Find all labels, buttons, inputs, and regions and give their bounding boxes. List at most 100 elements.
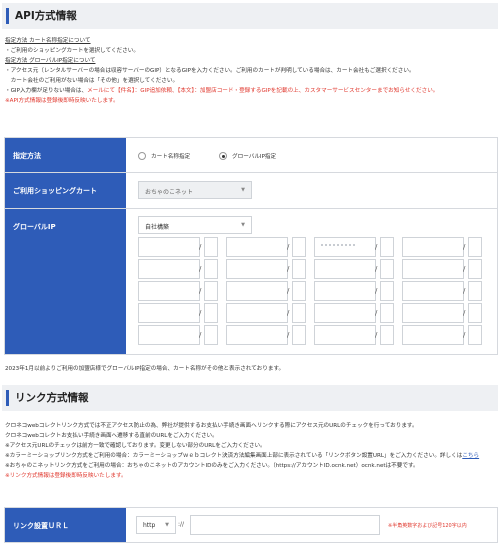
cart-cell: おちゃのこネット ▼ [126, 173, 497, 208]
radio-cart-name[interactable] [138, 152, 146, 160]
global-ip-input[interactable] [204, 303, 218, 323]
note-ip-method-other: カート会社のご利用がない場合は「その他」を選択してください。 [5, 78, 179, 84]
ip-separator: / [199, 243, 202, 251]
protocol-select[interactable]: http ▼ [136, 516, 176, 534]
ip-separator: / [463, 309, 466, 317]
ip-separator: / [199, 265, 202, 273]
global-ip-input[interactable] [402, 281, 464, 301]
ip-separator: / [287, 265, 290, 273]
ip-separator: / [463, 265, 466, 273]
ip-separator: / [375, 243, 378, 251]
global-ip-input[interactable] [402, 325, 464, 345]
global-ip-input[interactable] [468, 237, 482, 257]
ip-separator: / [463, 287, 466, 295]
global-ip-input[interactable] [402, 259, 464, 279]
cart-select[interactable]: おちゃのこネット ▼ [138, 181, 252, 199]
global-ip-input[interactable] [226, 259, 288, 279]
global-ip-footnote: 2023年1月以前よりご利用の加盟店様でグローバルIP指定の場合、カート名称がそ… [5, 366, 285, 372]
method-cell: カート名称指定 グローバルIP指定 [126, 138, 497, 172]
radio-global-ip[interactable] [219, 152, 227, 160]
global-ip-input[interactable] [314, 259, 376, 279]
section-accent-bar [6, 8, 9, 24]
global-ip-input[interactable] [380, 259, 394, 279]
link-url-input[interactable] [190, 515, 380, 535]
radio-cart-name-label[interactable]: カート名称指定 [151, 152, 190, 160]
global-ip-input[interactable] [204, 325, 218, 345]
global-ip-input[interactable] [226, 237, 288, 257]
link-url-label: リンク設置ＵＲＬ [5, 508, 126, 542]
note-ip-method-text: ・アクセス元（レンタルサーバーの場合は収容サーバーのGIP）となるGIPを入力く… [5, 68, 415, 74]
global-ip-input[interactable] [380, 281, 394, 301]
note-gip-mail-instruction: メールにて【件名】：GIP追加依頼、【本文】：加盟店コード・登録するGIPを記載… [87, 88, 439, 94]
global-ip-input[interactable] [292, 281, 306, 301]
note-gip-shortage-prefix: ・GIP入力欄が足りない場合は、 [5, 88, 88, 94]
protocol-select-value: http [143, 522, 156, 529]
chevron-down-icon: ▼ [165, 522, 169, 528]
global-ip-input[interactable] [314, 237, 376, 257]
global-ip-row: グローバルIP 自社構築 ▼ / / / / / / / / / / / / / / / / / / / / [4, 209, 498, 355]
global-ip-input[interactable] [138, 259, 200, 279]
ip-separator: / [463, 243, 466, 251]
link-section-header: リンク方式情報 [2, 385, 498, 411]
ip-separator: / [287, 287, 290, 295]
global-ip-input[interactable] [380, 325, 394, 345]
global-ip-input[interactable] [380, 237, 394, 257]
ip-separator: / [287, 331, 290, 339]
global-ip-input[interactable] [292, 259, 306, 279]
global-ip-input[interactable] [314, 325, 376, 345]
ip-separator: / [287, 243, 290, 251]
note-cart-method-text: ・ご利用のショッピングカートを選択してください。 [5, 48, 139, 54]
global-ip-input[interactable] [138, 325, 200, 345]
global-ip-input[interactable] [226, 303, 288, 323]
global-ip-input[interactable] [138, 303, 200, 323]
global-ip-input[interactable] [468, 303, 482, 323]
global-ip-input[interactable] [314, 281, 376, 301]
global-ip-input[interactable] [468, 259, 482, 279]
ip-separator: / [199, 331, 202, 339]
cart-row: ご利用ショッピングカート おちゃのこネット ▼ [4, 173, 498, 209]
global-ip-input[interactable] [292, 237, 306, 257]
ip-separator: / [463, 331, 466, 339]
link-here[interactable]: こちら [462, 453, 479, 459]
global-ip-input[interactable] [138, 237, 200, 257]
method-label: 指定方法 [5, 138, 126, 172]
global-ip-label: グローバルIP [5, 209, 126, 354]
ip-separator: / [375, 309, 378, 317]
link-note-url-check: クロネコwebコレクトリンク方式では不正アクセス防止の為、弊社が提供するお支払い… [5, 423, 418, 429]
link-note-colorme: ※カラーミーショップリンク方式をご利用の場合：カラーミーショップｗｅｂコレクト決… [5, 451, 498, 461]
ip-separator: / [287, 309, 290, 317]
link-section-title: リンク方式情報 [15, 392, 89, 404]
global-ip-input[interactable] [226, 281, 288, 301]
global-ip-input[interactable] [138, 281, 200, 301]
chevron-down-icon: ▼ [241, 222, 245, 228]
api-section-title: API方式情報 [15, 10, 77, 22]
global-ip-input[interactable] [402, 303, 464, 323]
global-ip-input[interactable] [314, 303, 376, 323]
global-ip-input[interactable] [468, 281, 482, 301]
radio-global-ip-label[interactable]: グローバルIP指定 [232, 152, 276, 160]
ip-separator: / [199, 309, 202, 317]
global-ip-type-select[interactable]: 自社構築 ▼ [138, 216, 252, 234]
link-note-prefix-match: ※アクセス元URLのチェックは前方一致で確認しております。変更しない部分のURL… [5, 443, 266, 449]
global-ip-input[interactable] [226, 325, 288, 345]
method-row: 指定方法 カート名称指定 グローバルIP指定 [4, 137, 498, 173]
global-ip-input[interactable] [204, 259, 218, 279]
ip-separator: / [375, 265, 378, 273]
cart-select-value: おちゃのこネット [145, 189, 194, 196]
global-ip-input[interactable] [204, 281, 218, 301]
note-cart-method-heading: 指定方法 カート名称指定について [5, 38, 91, 44]
global-ip-input[interactable] [292, 325, 306, 345]
chevron-down-icon: ▼ [241, 187, 245, 193]
global-ip-input[interactable] [292, 303, 306, 323]
global-ip-input[interactable] [380, 303, 394, 323]
global-ip-type-value: 自社構築 [145, 224, 170, 231]
note-ip-method-heading: 指定方法 グローバルIP指定について [5, 58, 96, 64]
global-ip-input[interactable] [468, 325, 482, 345]
global-ip-input[interactable] [204, 237, 218, 257]
global-ip-input[interactable] [402, 237, 464, 257]
api-section-notes: 指定方法 カート名称指定について ・ご利用のショッピングカートを選択してください… [5, 36, 498, 106]
link-note-immediate: ※リンク方式情報は登録後即時反映いたします。 [5, 473, 127, 479]
link-note-enter-url: クロネコwebコレクトお支払い手続き画面へ遷移する直前のURLをご入力ください。 [5, 433, 218, 439]
ip-separator: / [199, 287, 202, 295]
ip-separator: / [375, 287, 378, 295]
